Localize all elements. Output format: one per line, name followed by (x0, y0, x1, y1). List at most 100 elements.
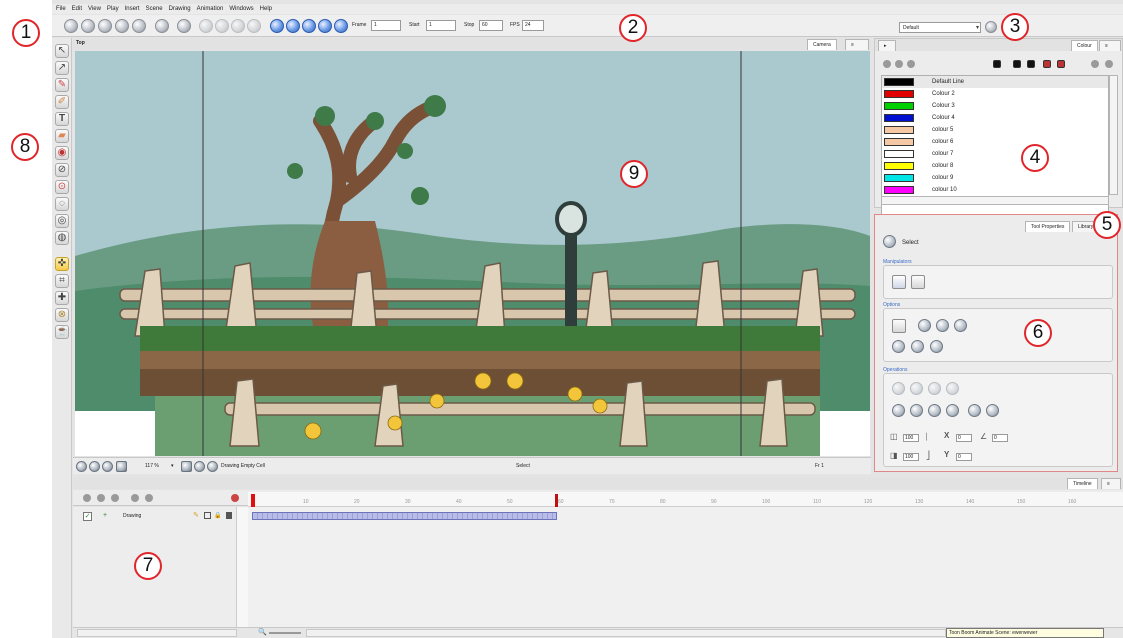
y-field[interactable]: 0 (956, 453, 972, 461)
colour-swatch-row[interactable]: colour 7 (882, 148, 1108, 160)
view-menu-icon[interactable]: ≡ (845, 39, 869, 50)
colour-swatch-row[interactable]: Default Line (882, 76, 1108, 88)
colour-swatch-row[interactable]: colour 9 (882, 172, 1108, 184)
camera-stage[interactable] (75, 51, 870, 456)
hand-icon[interactable]: ◎ (55, 214, 69, 228)
layer-enable-checkbox[interactable]: ✓ (83, 512, 92, 521)
bone-icon[interactable]: ⊗ (55, 308, 69, 322)
timeline-menu-icon[interactable]: ≡ (1101, 478, 1121, 489)
flatten-icon[interactable] (968, 404, 981, 417)
transform-manipulator-icon[interactable] (911, 275, 925, 289)
eraser-icon[interactable]: ▰ (55, 129, 69, 143)
layer-draw-icon[interactable]: ✎ (193, 511, 199, 519)
timeline-frames[interactable] (248, 507, 1123, 627)
rotate-cw-icon[interactable] (946, 382, 959, 395)
onion-skin-timeline-icon[interactable] (83, 494, 91, 502)
line-colour-swatch-icon[interactable] (993, 60, 1001, 68)
menu-play[interactable]: Play (107, 6, 119, 12)
paint-icon[interactable]: ◉ (55, 146, 69, 160)
merge-icon[interactable] (986, 404, 999, 417)
tab-tool-properties[interactable]: Tool Properties (1025, 221, 1071, 232)
menu-scene[interactable]: Scene (146, 6, 163, 12)
colour-list-vscrollbar[interactable] (1109, 75, 1118, 195)
paint-colour-swatch-icon[interactable] (1043, 60, 1051, 68)
link-palette-icon[interactable] (1091, 60, 1099, 68)
open-icon[interactable] (81, 19, 95, 33)
text-icon[interactable]: T (55, 112, 69, 126)
add-colour-icon[interactable] (883, 60, 891, 68)
grid-icon[interactable]: ⌗ (55, 274, 69, 288)
contour-editor-icon[interactable]: ↗ (55, 61, 69, 75)
colour-swatch-row[interactable]: colour 10 (882, 184, 1108, 196)
drawing-exposure[interactable] (252, 512, 557, 520)
next-frame-icon[interactable] (318, 19, 332, 33)
layer-properties-icon[interactable] (131, 494, 139, 502)
layer-expand-icon[interactable]: + (103, 512, 107, 519)
frames-hscrollbar[interactable] (306, 629, 946, 637)
menu-file[interactable]: File (56, 6, 66, 12)
light-table-icon[interactable] (194, 461, 205, 472)
reset-pan-icon[interactable] (102, 461, 113, 472)
optimize-icon[interactable] (910, 404, 923, 417)
brush-icon[interactable]: ✎ (55, 78, 69, 92)
copy-icon[interactable] (215, 19, 229, 33)
layer-name[interactable]: Drawing (123, 513, 141, 519)
height-field[interactable]: 100 (903, 453, 919, 461)
brush-colour-swatch-icon[interactable] (1027, 60, 1035, 68)
colour-swatch-row[interactable]: colour 5 (882, 124, 1108, 136)
save-all-icon[interactable] (115, 19, 129, 33)
edit-colour-icon[interactable] (907, 60, 915, 68)
tab-timeline[interactable]: Timeline (1067, 478, 1098, 489)
layer-outline-icon[interactable] (204, 512, 211, 519)
toggle-grid-icon[interactable] (116, 461, 127, 472)
workspace-select[interactable]: Default (899, 22, 981, 33)
add-layer-icon[interactable] (97, 494, 105, 502)
rotate-ccw-icon[interactable] (928, 382, 941, 395)
flip-vertical-icon[interactable] (910, 382, 923, 395)
pot-icon[interactable]: ☕ (55, 325, 69, 339)
start-field[interactable]: 1 (426, 20, 456, 31)
zoom-out-icon[interactable]: 🔍 (258, 628, 267, 636)
panel-toggle-icon[interactable]: ▸ (878, 40, 896, 51)
menu-insert[interactable]: Insert (125, 6, 140, 12)
delete-icon[interactable] (247, 19, 261, 33)
play-icon[interactable] (286, 19, 300, 33)
palette-options-icon[interactable] (1105, 60, 1113, 68)
apply-to-line-icon[interactable] (892, 340, 905, 353)
colour-list-hscrollbar[interactable] (881, 196, 1109, 205)
rotate-icon[interactable]: ◌ (55, 197, 69, 211)
angle-field[interactable]: 0 (992, 434, 1008, 442)
layer-options-icon[interactable] (145, 494, 153, 502)
tab-colour[interactable]: Colour (1071, 40, 1098, 51)
cutter-icon[interactable]: ✚ (55, 291, 69, 305)
reset-rotation-icon[interactable] (89, 461, 100, 472)
colour-swatch-row[interactable]: colour 8 (882, 160, 1108, 172)
create-colour-art-icon[interactable] (928, 404, 941, 417)
snap-line-icon[interactable] (936, 319, 949, 332)
menu-windows[interactable]: Windows (229, 6, 253, 12)
paint-unpainted-swatch-icon[interactable] (1057, 60, 1065, 68)
undo-icon[interactable] (155, 19, 169, 33)
zoom-dropdown-icon[interactable]: ▾ (171, 463, 174, 469)
layer-lock-icon[interactable]: 🔒 (214, 512, 221, 519)
select-icon[interactable]: ↖ (55, 44, 69, 58)
save-icon[interactable] (98, 19, 112, 33)
view-breadcrumb[interactable]: Top (76, 40, 85, 46)
fill-colour-swatch-icon[interactable] (1013, 60, 1021, 68)
menu-edit[interactable]: Edit (72, 6, 82, 12)
dropper-icon[interactable]: ⊘ (55, 163, 69, 177)
colour-swatch-row[interactable]: colour 6 (882, 136, 1108, 148)
colour-menu-icon[interactable]: ≡ (1099, 40, 1121, 51)
lasso-mode-icon[interactable] (892, 319, 906, 333)
timeline-layers-vscrollbar[interactable] (236, 507, 248, 627)
colour-swatch-row[interactable]: Colour 2 (882, 88, 1108, 100)
layers-hscrollbar[interactable] (77, 629, 237, 637)
snap-grid-icon[interactable] (954, 319, 967, 332)
fps-field[interactable]: 24 (522, 20, 544, 31)
flip-horizontal-icon[interactable] (892, 382, 905, 395)
colour-swatch-row[interactable]: Colour 4 (882, 112, 1108, 124)
paste-icon[interactable] (231, 19, 245, 33)
workspace-manager-icon[interactable] (985, 21, 997, 33)
transform-icon[interactable]: ◍ (55, 231, 69, 245)
last-frame-icon[interactable] (334, 19, 348, 33)
